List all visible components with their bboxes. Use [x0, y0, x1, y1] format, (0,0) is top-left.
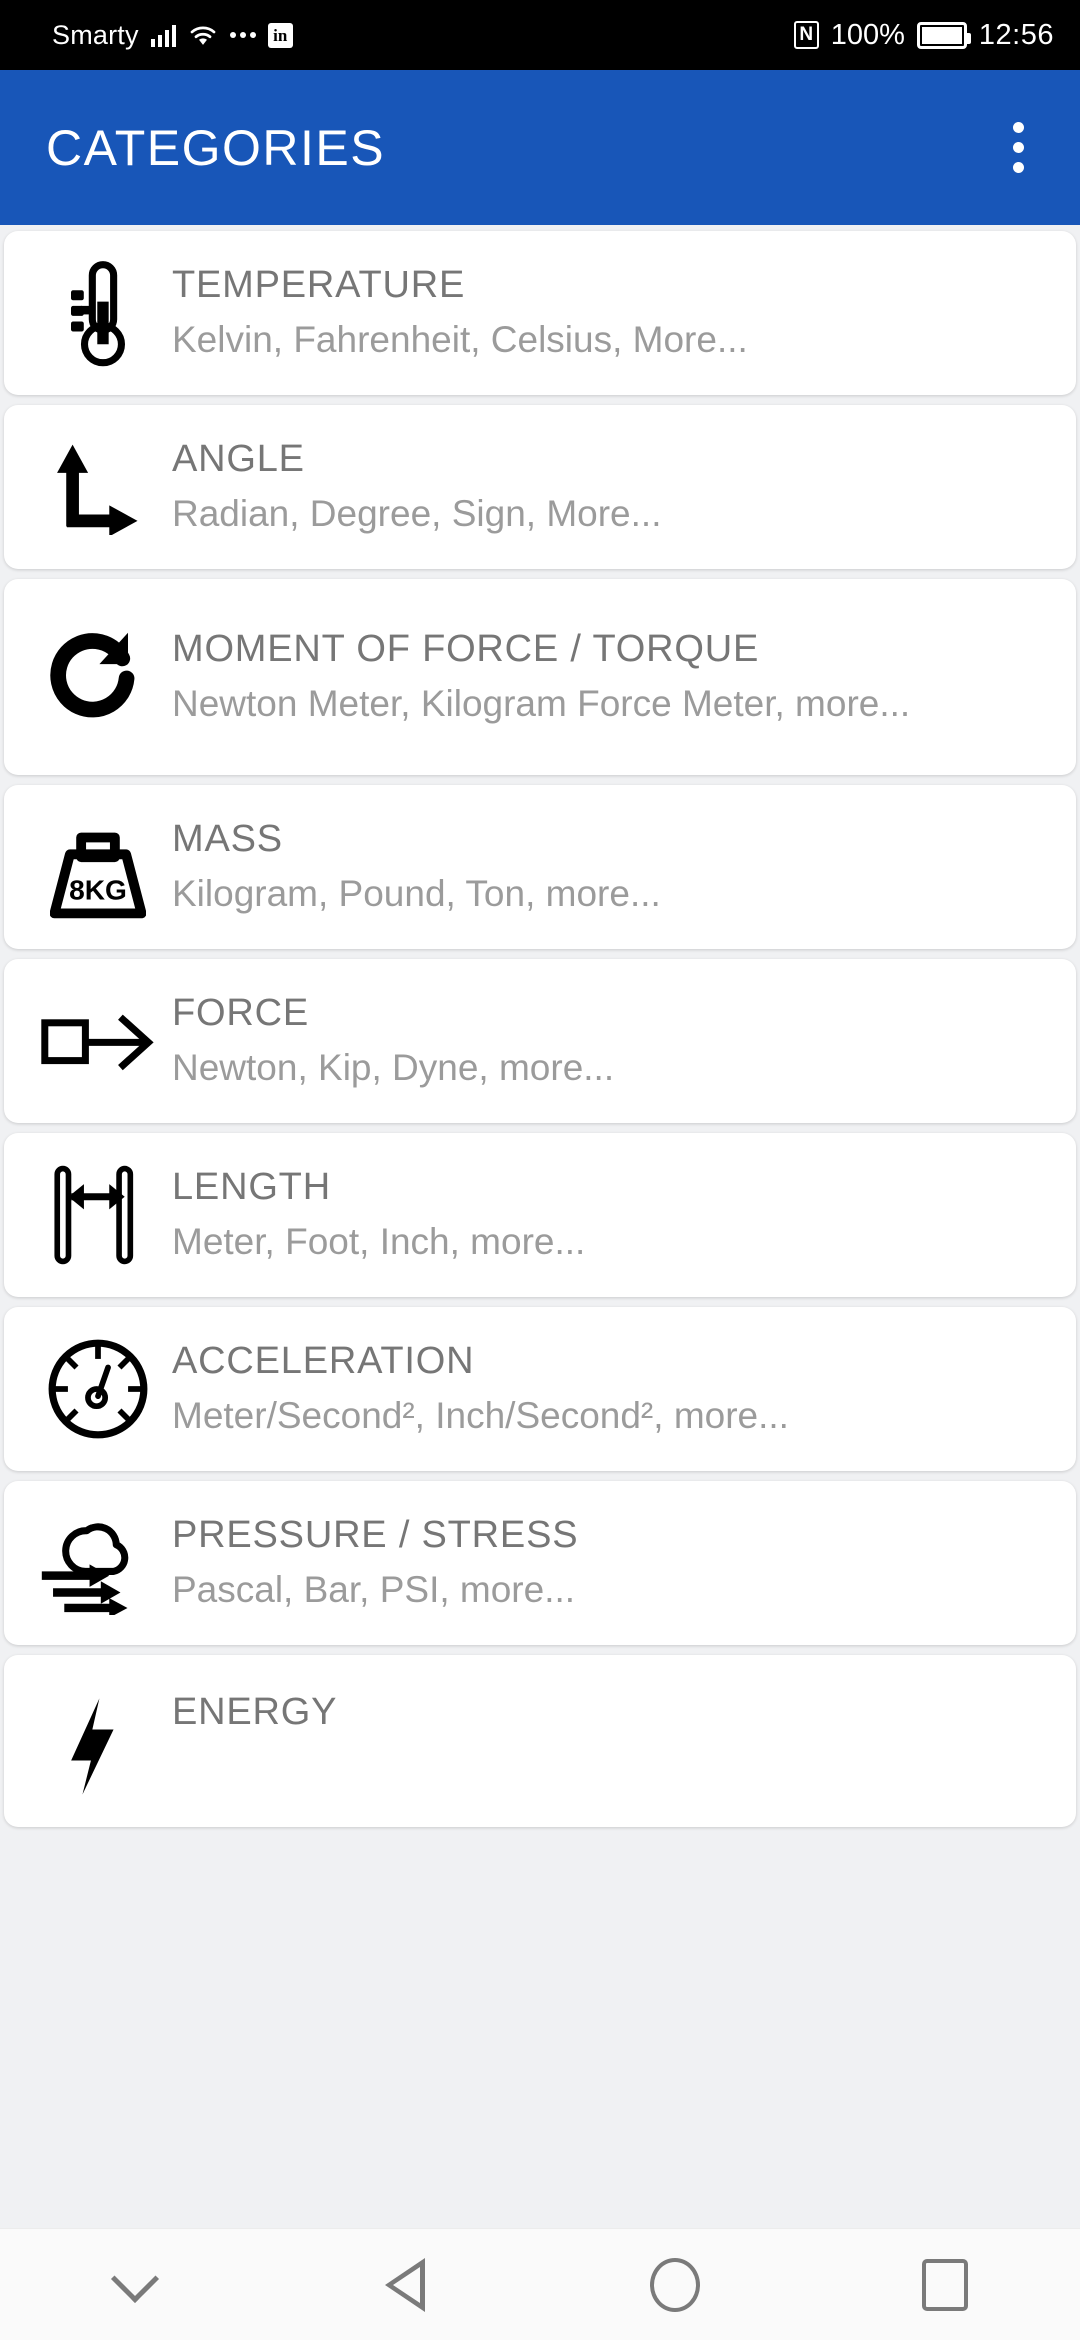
list-item-title: ENERGY — [172, 1691, 338, 1733]
measure-width-icon — [24, 1159, 172, 1271]
recents-icon[interactable] — [810, 2258, 1080, 2311]
list-item-title: MASS — [172, 818, 283, 861]
cloud-wind-icon — [24, 1507, 172, 1619]
list-item-text: LENGTH Meter, Foot, Inch, more... — [172, 1164, 1056, 1266]
hide-keyboard-icon[interactable] — [0, 2254, 270, 2303]
list-item-pressure[interactable]: PRESSURE / STRESS Pascal, Bar, PSI, more… — [4, 1481, 1076, 1645]
list-item-text: MOMENT OF FORCE / TORQUE Newton Meter, K… — [172, 626, 1056, 728]
list-item-title: LENGTH — [172, 1166, 331, 1209]
angle-arrows-icon — [24, 431, 172, 543]
list-item-subtitle: Pascal, Bar, PSI, more... — [172, 1568, 576, 1610]
list-item-title: FORCE — [172, 992, 309, 1035]
list-item-title: TEMPERATURE — [172, 264, 466, 307]
weight-icon: 8KG — [24, 811, 172, 923]
box-arrow-icon — [24, 985, 172, 1097]
list-item-temperature[interactable]: TEMPERATURE Kelvin, Fahrenheit, Celsius,… — [4, 231, 1076, 395]
dots-icon — [229, 32, 256, 38]
thermometer-icon — [24, 257, 172, 369]
list-item-energy[interactable]: ENERGY — [4, 1655, 1076, 1827]
battery-percent-label: 100% — [830, 18, 905, 51]
list-item-text: PRESSURE / STRESS Pascal, Bar, PSI, more… — [172, 1512, 1056, 1614]
weight-icon-label: 8KG — [69, 874, 127, 905]
list-item-text: ACCELERATION Meter/Second², Inch/Second²… — [172, 1338, 1056, 1440]
app-bar: CATEGORIES — [0, 70, 1080, 225]
list-item-title: PRESSURE / STRESS — [172, 1514, 579, 1557]
battery-icon — [916, 21, 971, 49]
carrier-label: Smarty — [52, 19, 139, 50]
list-item-subtitle: Meter/Second², Inch/Second², more... — [172, 1394, 789, 1436]
back-icon[interactable] — [270, 2257, 540, 2312]
phone-screen: Smarty in N 100% 12:56 CATEGORIES TEMPER… — [0, 0, 1080, 2340]
nfc-icon: N — [793, 21, 819, 49]
status-bar: Smarty in N 100% 12:56 — [0, 0, 1080, 70]
list-item-acceleration[interactable]: ACCELERATION Meter/Second², Inch/Second²… — [4, 1307, 1076, 1471]
signal-icon — [150, 23, 176, 47]
page-title: CATEGORIES — [46, 119, 386, 176]
list-item-length[interactable]: LENGTH Meter, Foot, Inch, more... — [4, 1133, 1076, 1297]
overflow-menu-icon[interactable] — [1001, 110, 1036, 185]
list-item-text: ANGLE Radian, Degree, Sign, More... — [172, 436, 1056, 538]
list-item-subtitle: Newton, Kip, Dyne, more... — [172, 1046, 615, 1088]
list-item-mass[interactable]: 8KG MASS Kilogram, Pound, Ton, more... — [4, 785, 1076, 949]
list-item-text: MASS Kilogram, Pound, Ton, more... — [172, 816, 1056, 918]
list-item-subtitle: Kilogram, Pound, Ton, more... — [172, 872, 661, 914]
list-item-force[interactable]: FORCE Newton, Kip, Dyne, more... — [4, 959, 1076, 1123]
rotation-arrow-icon — [24, 621, 172, 733]
list-item-text: ENERGY — [172, 1689, 1056, 1737]
list-item-angle[interactable]: ANGLE Radian, Degree, Sign, More... — [4, 405, 1076, 569]
list-item-torque[interactable]: MOMENT OF FORCE / TORQUE Newton Meter, K… — [4, 579, 1076, 775]
list-item-text: FORCE Newton, Kip, Dyne, more... — [172, 990, 1056, 1092]
list-item-subtitle: Radian, Degree, Sign, More... — [172, 492, 662, 534]
status-bar-left: Smarty in — [52, 20, 293, 51]
list-item-subtitle: Newton Meter, Kilogram Force Meter, more… — [172, 682, 911, 724]
wifi-icon — [190, 26, 216, 45]
list-item-text: TEMPERATURE Kelvin, Fahrenheit, Celsius,… — [172, 262, 1056, 364]
list-item-subtitle: Meter, Foot, Inch, more... — [172, 1220, 586, 1262]
lightning-bolt-icon — [24, 1689, 172, 1801]
list-item-title: MOMENT OF FORCE / TORQUE — [172, 628, 760, 671]
list-item-title: ACCELERATION — [172, 1340, 475, 1383]
status-bar-right: N 100% 12:56 — [793, 18, 1054, 52]
clock-label: 12:56 — [978, 18, 1054, 51]
system-navigation-bar — [0, 2228, 1080, 2340]
speedometer-icon — [24, 1333, 172, 1445]
linkedin-icon: in — [267, 22, 293, 48]
list-item-title: ANGLE — [172, 438, 305, 481]
home-icon[interactable] — [540, 2257, 810, 2312]
list-item-subtitle: Kelvin, Fahrenheit, Celsius, More... — [172, 318, 748, 360]
categories-list: TEMPERATURE Kelvin, Fahrenheit, Celsius,… — [0, 225, 1080, 1827]
